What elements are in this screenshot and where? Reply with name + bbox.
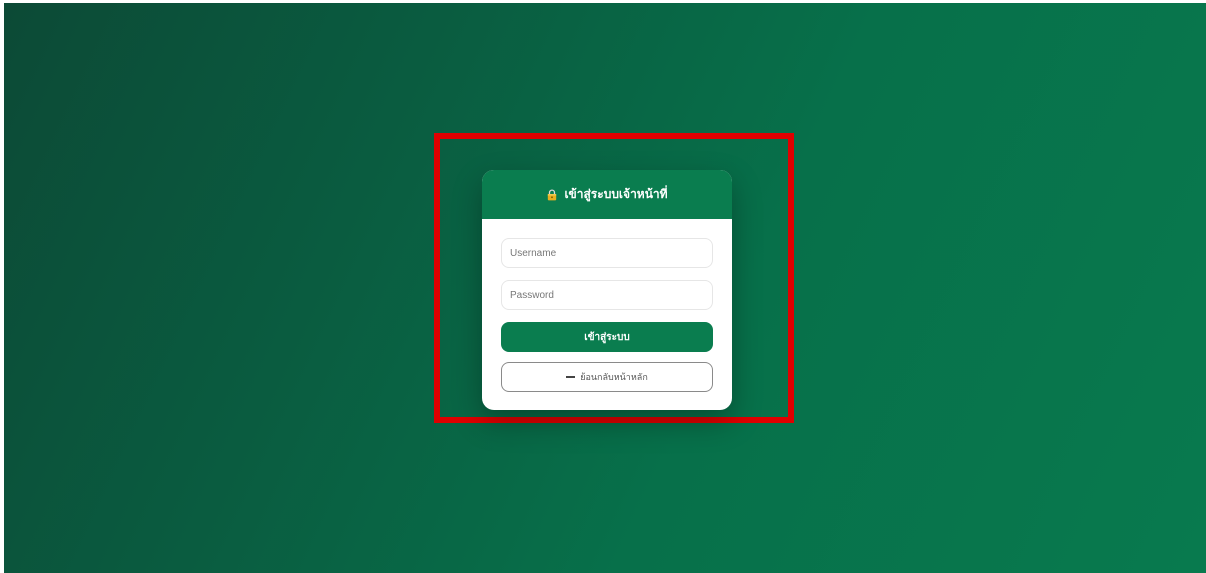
login-form: เข้าสู่ระบบ ย้อนกลับหน้าหลัก <box>482 219 732 392</box>
login-card: เข้าสู่ระบบเจ้าหน้าที่ เข้าสู่ระบบ ย้อนก… <box>482 170 732 410</box>
back-home-label: ย้อนกลับหน้าหลัก <box>580 373 648 383</box>
login-button[interactable]: เข้าสู่ระบบ <box>501 322 713 352</box>
login-title: เข้าสู่ระบบเจ้าหน้าที่ <box>564 187 668 201</box>
back-home-button[interactable]: ย้อนกลับหน้าหลัก <box>501 362 713 392</box>
arrow-left-icon <box>566 376 576 378</box>
lock-icon <box>546 188 558 201</box>
login-button-label: เข้าสู่ระบบ <box>584 331 630 343</box>
password-input[interactable] <box>501 280 713 310</box>
login-card-header: เข้าสู่ระบบเจ้าหน้าที่ <box>482 170 732 219</box>
username-input[interactable] <box>501 238 713 268</box>
